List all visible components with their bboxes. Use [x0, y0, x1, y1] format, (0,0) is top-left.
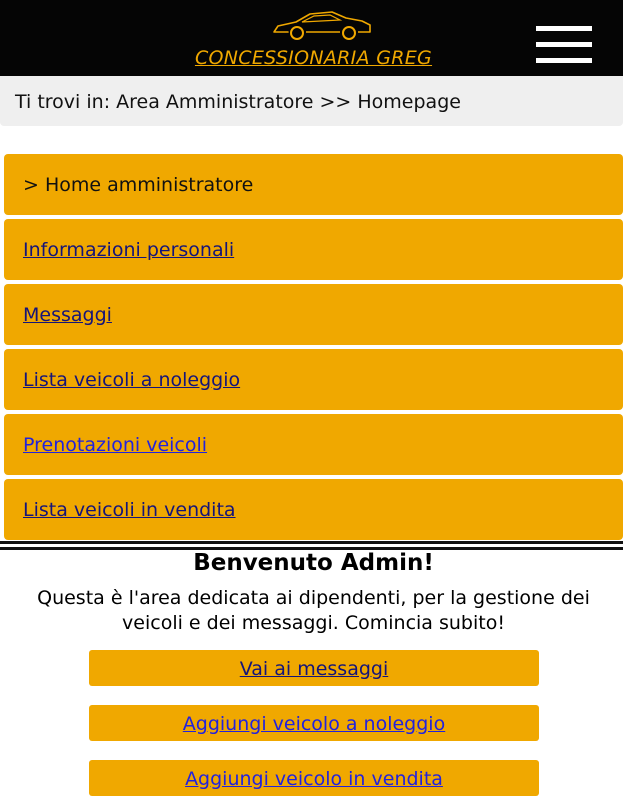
hamburger-menu-icon[interactable]: [536, 26, 592, 66]
nav-item-home-current: > Home amministratore: [4, 154, 623, 215]
nav-item-vehicle-bookings: Prenotazioni veicoli: [4, 414, 623, 475]
nav-link-vehicle-bookings[interactable]: Prenotazioni veicoli: [23, 434, 207, 456]
go-to-messages-link[interactable]: Vai ai messaggi: [240, 658, 388, 680]
add-sale-vehicle-link[interactable]: Aggiungi veicolo in vendita: [185, 768, 443, 790]
site-brand-link[interactable]: CONCESSIONARIA GREG: [0, 47, 623, 69]
add-sale-vehicle-button[interactable]: Aggiungi veicolo in vendita: [89, 760, 539, 796]
admin-nav-menu: > Home amministratore Informazioni perso…: [4, 154, 623, 544]
nav-item-personal-info: Informazioni personali: [4, 219, 623, 280]
sports-car-icon: [273, 11, 371, 40]
add-rental-vehicle-link[interactable]: Aggiungi veicolo a noleggio: [183, 713, 445, 735]
nav-link-sale-vehicles[interactable]: Lista veicoli in vendita: [23, 499, 236, 521]
nav-link-personal-info[interactable]: Informazioni personali: [23, 239, 234, 261]
nav-link-messages[interactable]: Messaggi: [23, 304, 112, 326]
breadcrumb: Ti trovi in: Area Amministratore >> Home…: [0, 76, 623, 126]
nav-item-rental-vehicles: Lista veicoli a noleggio: [4, 349, 623, 410]
go-to-messages-button[interactable]: Vai ai messaggi: [89, 650, 539, 686]
divider: [0, 541, 623, 544]
nav-item-sale-vehicles: Lista veicoli in vendita: [4, 479, 623, 540]
nav-item-messages: Messaggi: [4, 284, 623, 345]
welcome-description: Questa è l'area dedicata ai dipendenti, …: [37, 587, 590, 634]
page-title: Benvenuto Admin!: [193, 550, 434, 576]
nav-link-rental-vehicles[interactable]: Lista veicoli a noleggio: [23, 369, 240, 391]
site-header: CONCESSIONARIA GREG: [0, 0, 623, 76]
add-rental-vehicle-button[interactable]: Aggiungi veicolo a noleggio: [89, 705, 539, 741]
